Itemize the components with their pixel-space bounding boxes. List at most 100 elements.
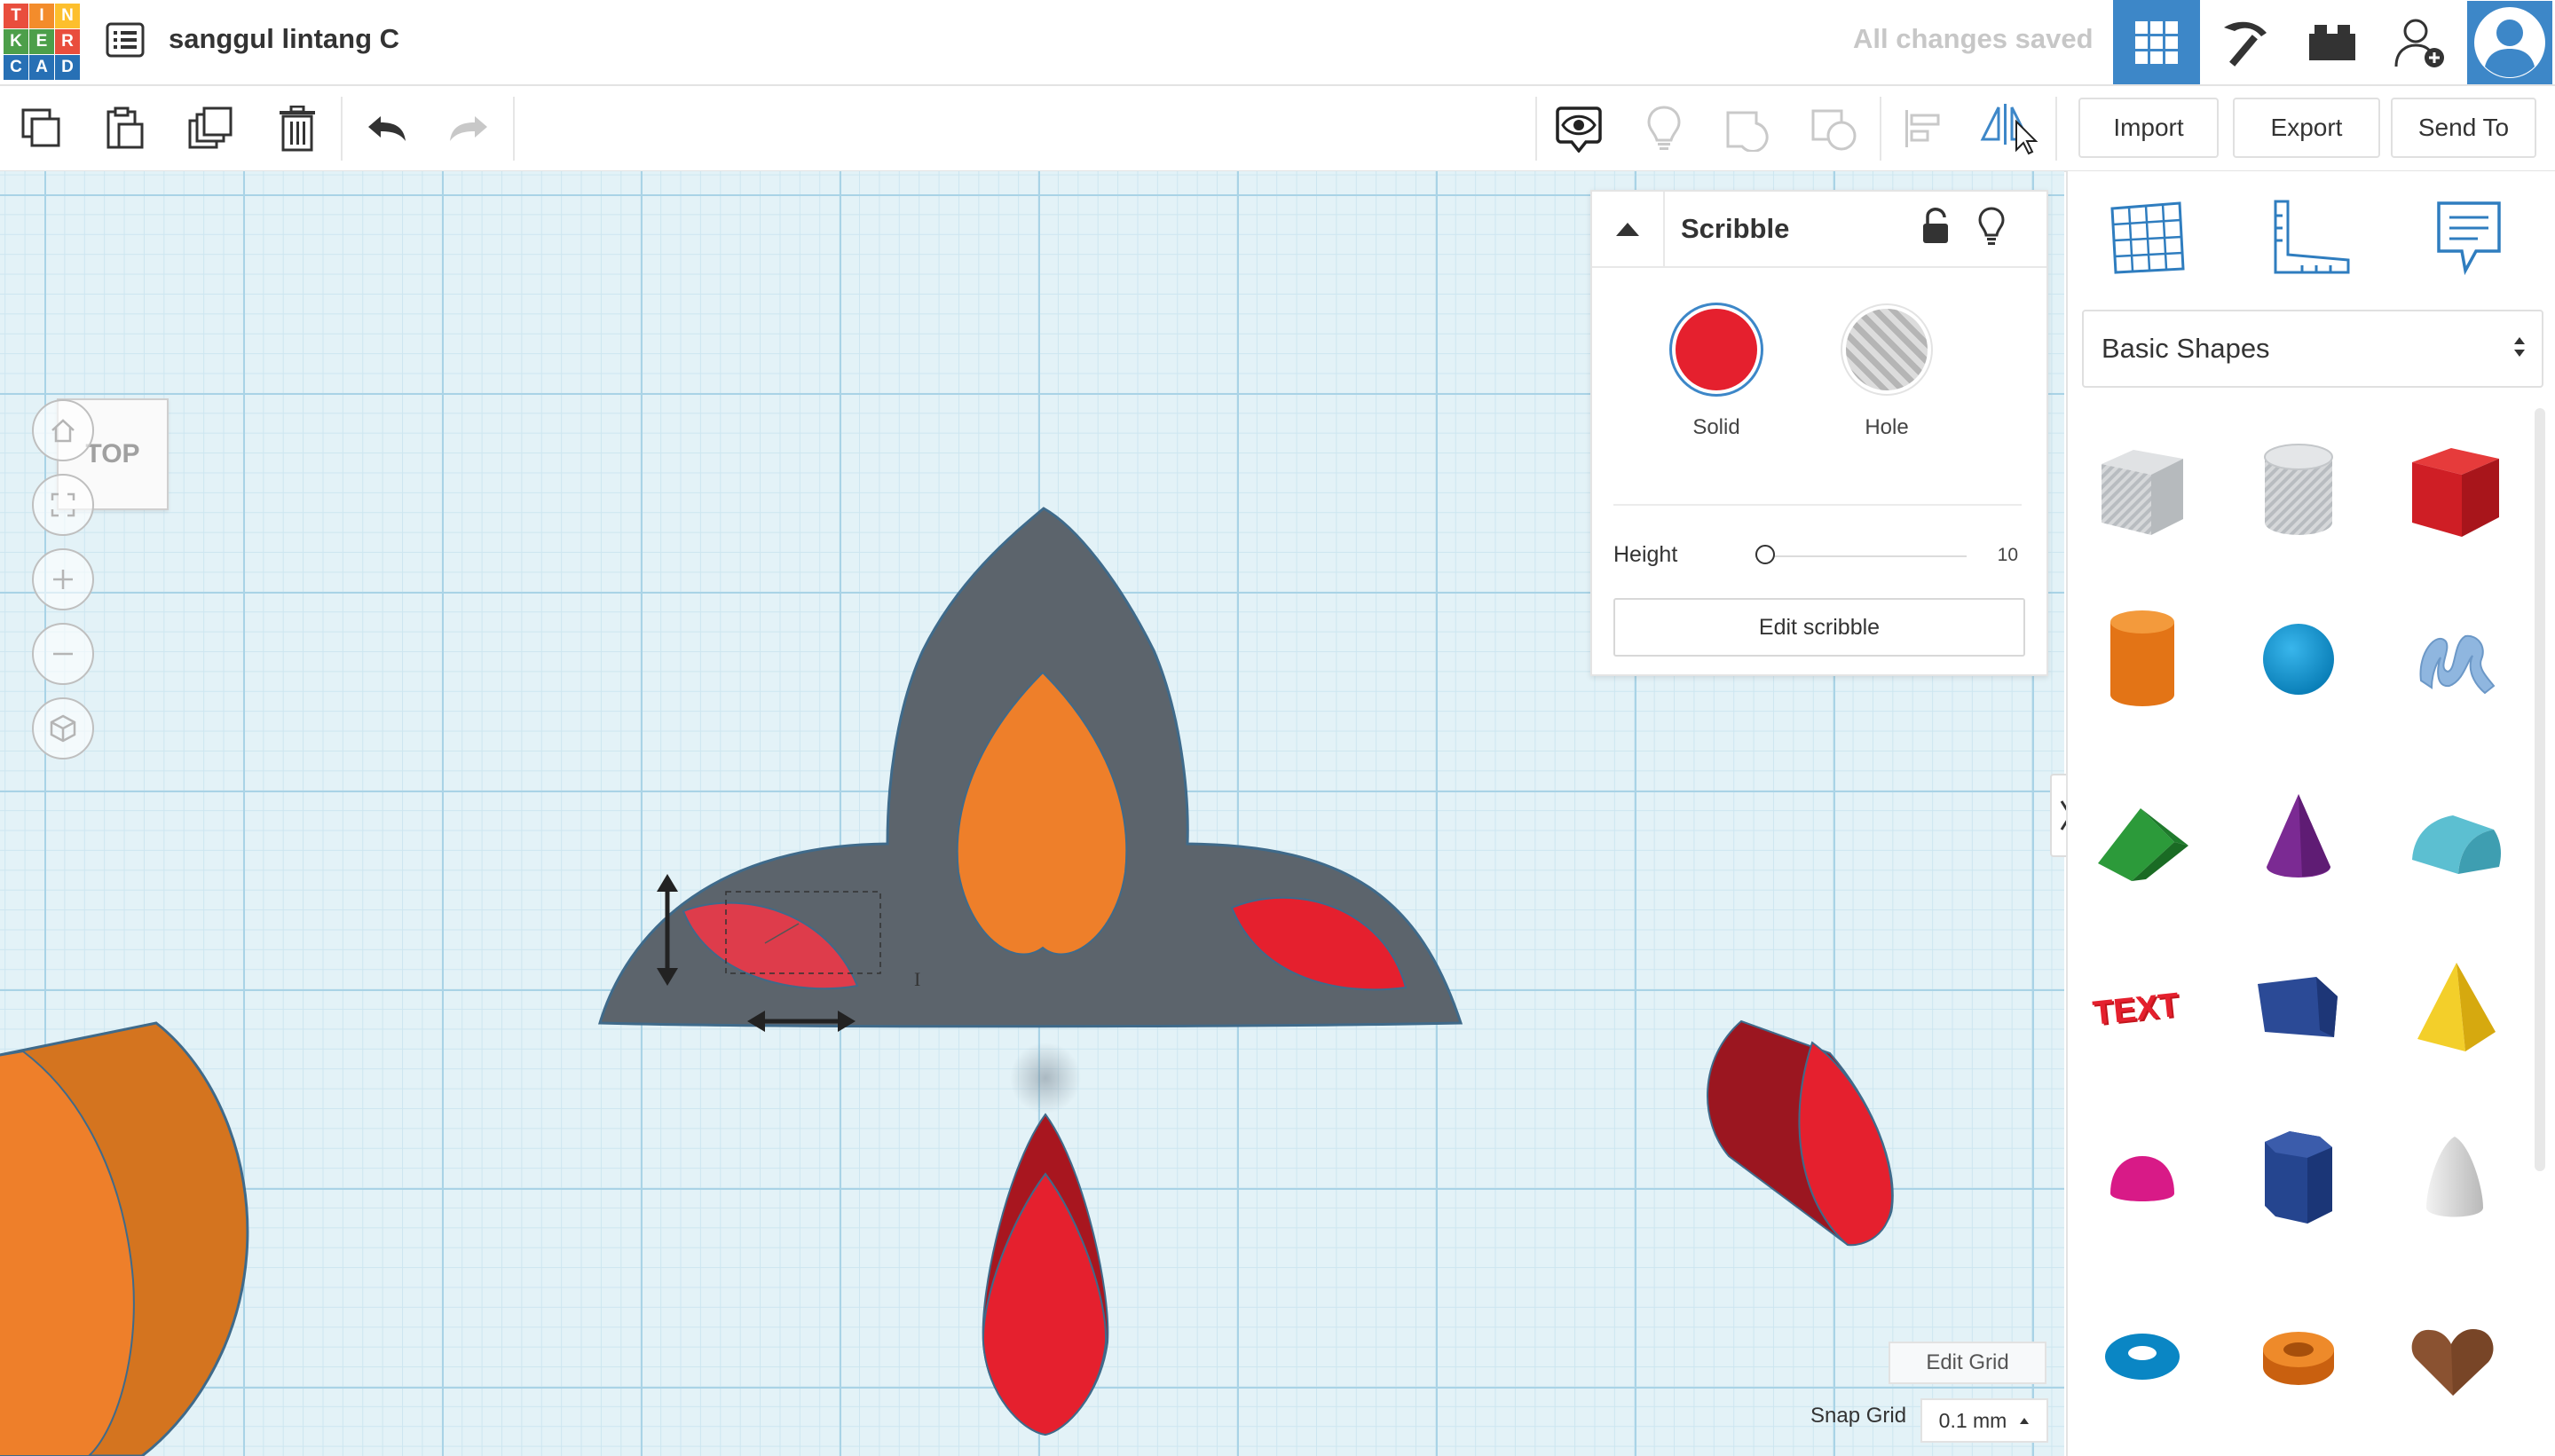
shape-polygon[interactable] — [2236, 1117, 2361, 1241]
shape-heart[interactable] — [2393, 1295, 2517, 1419]
shape-cone[interactable] — [2236, 773, 2361, 897]
mirror-button[interactable] — [1968, 86, 2048, 170]
torus-icon — [2105, 1334, 2180, 1380]
user-profile-button[interactable] — [2464, 0, 2555, 84]
toolbar-divider — [513, 97, 515, 161]
shape-box[interactable] — [2393, 429, 2517, 553]
hole-option[interactable]: Hole — [1825, 309, 1949, 451]
cylinder-icon — [2110, 610, 2174, 706]
shape-category-select[interactable]: Basic Shapes — [2082, 310, 2543, 388]
redo-button[interactable] — [430, 86, 509, 170]
cylinder-hole-icon — [2264, 444, 2333, 535]
top-bar: T I N K E R C A D sanggul lintang C All … — [0, 0, 2555, 86]
shape-cylinder[interactable] — [2080, 597, 2204, 721]
logo-letter: N — [55, 4, 80, 28]
shape-tube[interactable] — [2236, 1295, 2361, 1419]
snap-grid-value: 0.1 mm — [1938, 1408, 2007, 1432]
perspective-button[interactable] — [32, 697, 94, 759]
shape-pyramid[interactable] — [2393, 945, 2517, 1069]
shape-box-hole[interactable] — [2080, 429, 2204, 553]
edit-scribble-button[interactable]: Edit scribble — [1613, 598, 2025, 657]
zoom-out-button[interactable] — [32, 623, 94, 685]
save-status: All changes saved — [1853, 23, 2094, 54]
ruler-tool-button[interactable] — [2268, 198, 2354, 283]
delete-button[interactable] — [257, 86, 337, 170]
shape-round-roof[interactable] — [2393, 773, 2517, 897]
shape-paraboloid[interactable] — [2393, 1117, 2517, 1241]
toolbar-divider — [1880, 97, 1881, 161]
align-button[interactable] — [1883, 86, 1963, 170]
toolbar-divider — [341, 97, 343, 161]
tinkercad-logo[interactable]: T I N K E R C A D — [4, 4, 80, 80]
undo-button[interactable] — [346, 86, 426, 170]
notes-tool-button[interactable] — [2433, 198, 2519, 283]
shape-half-sphere[interactable] — [2080, 1117, 2204, 1241]
edit-grid-button[interactable]: Edit Grid — [1889, 1342, 2046, 1384]
send-to-button[interactable]: Send To — [2391, 98, 2536, 158]
solid-color-swatch[interactable] — [1676, 309, 1757, 390]
shape-roof[interactable] — [2080, 773, 2204, 897]
fit-view-button[interactable] — [32, 474, 94, 536]
workplane-tool-button[interactable] — [2107, 198, 2192, 283]
select-arrows-icon — [2514, 337, 2525, 357]
light-bulb-icon — [1978, 207, 2005, 245]
inspector-divider — [1613, 504, 2022, 506]
ungroup-button[interactable] — [1794, 86, 1874, 170]
paraboloid-icon — [2426, 1137, 2483, 1217]
notes-icon — [2437, 201, 2501, 276]
hole-swatch[interactable] — [1846, 309, 1928, 390]
shape-text[interactable]: TEXT TEXT — [2080, 945, 2204, 1069]
shape-sphere[interactable] — [2236, 597, 2361, 721]
add-user-icon — [2394, 19, 2444, 67]
solid-option[interactable]: Solid — [1654, 309, 1778, 451]
logo-letter: C — [4, 55, 28, 80]
logo-letter: T — [4, 4, 28, 28]
user-avatar-icon — [2467, 0, 2552, 84]
export-button[interactable]: Export — [2233, 98, 2380, 158]
lock-button[interactable] — [1920, 208, 1960, 250]
undo-icon — [368, 115, 406, 141]
3d-design-view-button[interactable] — [2113, 0, 2200, 84]
zoom-in-button[interactable] — [32, 548, 94, 610]
round-roof-icon — [2412, 815, 2501, 874]
hide-button[interactable] — [1624, 86, 1704, 170]
show-all-button[interactable] — [1539, 86, 1619, 170]
design-list-button[interactable] — [105, 20, 146, 60]
copy-icon — [21, 108, 60, 146]
bricks-view-button[interactable] — [2289, 0, 2376, 84]
scribble-icon — [2419, 634, 2496, 695]
import-button[interactable]: Import — [2078, 98, 2219, 158]
inspector-collapse-button[interactable] — [1592, 192, 1665, 266]
shape-inspector: Scribble Solid Hole Height 10 Edit scrib… — [1590, 190, 2048, 676]
height-slider-track[interactable] — [1755, 555, 1967, 557]
snap-grid-label: Snap Grid — [1810, 1404, 1907, 1428]
edit-toolbar: Import Export Send To — [0, 86, 2555, 172]
shape-wedge[interactable] — [2236, 945, 2361, 1069]
hide-shape-button[interactable] — [1977, 206, 2016, 250]
heart-icon — [2411, 1328, 2494, 1396]
shapes-scrollbar[interactable] — [2535, 408, 2545, 1171]
box-icon — [2412, 448, 2499, 537]
blocks-view-button[interactable] — [2201, 0, 2288, 84]
redo-icon — [450, 115, 487, 141]
shape-torus[interactable] — [2080, 1295, 2204, 1419]
shape-shadow — [1010, 1043, 1081, 1114]
document-title[interactable]: sanggul lintang C — [169, 23, 399, 55]
roof-icon — [2098, 808, 2188, 881]
perspective-icon — [50, 714, 76, 743]
align-icon — [1905, 109, 1940, 147]
solid-label: Solid — [1692, 415, 1740, 439]
logo-letter: K — [4, 29, 28, 54]
home-view-button[interactable] — [32, 399, 94, 461]
height-slider-knob[interactable] — [1755, 545, 1775, 564]
shape-scribble[interactable] — [2393, 597, 2517, 721]
duplicate-button[interactable] — [170, 86, 250, 170]
inspector-header: Scribble — [1592, 192, 2046, 268]
group-button[interactable] — [1709, 86, 1789, 170]
invite-user-button[interactable] — [2377, 0, 2464, 84]
snap-grid-select[interactable]: 0.1 mm — [1920, 1398, 2048, 1443]
shape-cylinder-hole[interactable] — [2236, 429, 2361, 553]
copy-button[interactable] — [2, 86, 82, 170]
paste-button[interactable] — [85, 86, 165, 170]
height-value[interactable]: 10 — [1983, 545, 2018, 566]
